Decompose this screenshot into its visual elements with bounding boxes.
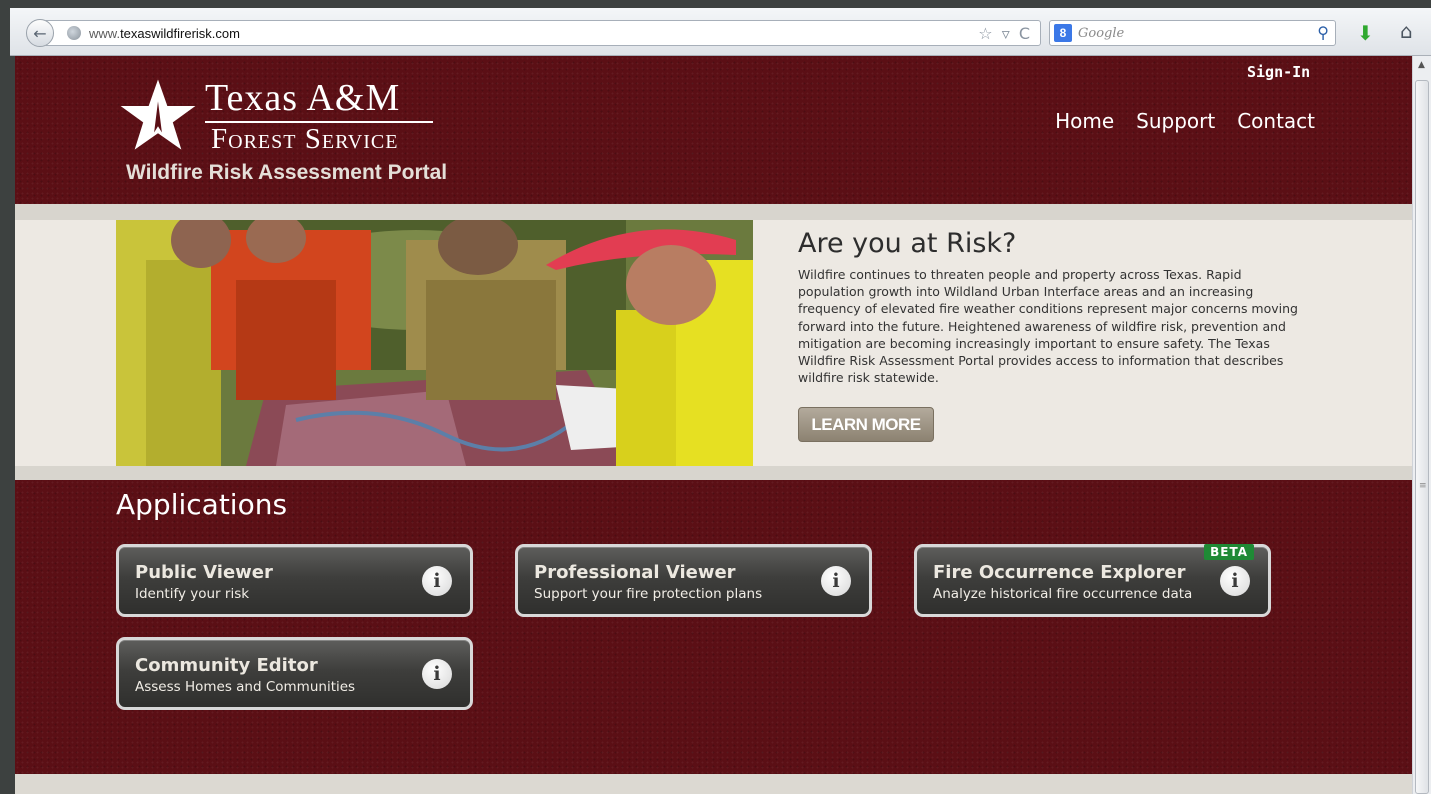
professional-viewer-button[interactable]: Professional Viewer Support your fire pr… bbox=[515, 544, 872, 617]
applications-section: Applications Public Viewer Identify your… bbox=[15, 480, 1412, 774]
hero-section: Are you at Risk? Wildfire continues to t… bbox=[15, 220, 1412, 466]
community-editor-button[interactable]: Community Editor Assess Homes and Commun… bbox=[116, 637, 473, 710]
brand-texas-am: Texas A&M bbox=[205, 77, 401, 119]
app-subtitle: Assess Homes and Communities bbox=[135, 679, 356, 695]
beta-badge: BETA bbox=[1204, 544, 1254, 560]
site-header: Texas A&M Forest Service Wildfire Risk A… bbox=[15, 56, 1412, 204]
app-subtitle: Identify your risk bbox=[135, 586, 250, 602]
search-icon[interactable]: ⚲ bbox=[1317, 23, 1329, 42]
divider-band bbox=[15, 466, 1412, 480]
info-icon[interactable]: i bbox=[1220, 566, 1250, 596]
app-subtitle: Support your fire protection plans bbox=[534, 586, 763, 602]
back-arrow-icon[interactable]: ← bbox=[26, 19, 54, 47]
learn-more-button[interactable]: LEARN MORE bbox=[798, 407, 934, 442]
app-title: Professional Viewer bbox=[534, 562, 736, 583]
scroll-thumb[interactable]: ≡ bbox=[1415, 80, 1429, 794]
app-title: Community Editor bbox=[135, 655, 318, 676]
sign-in-link[interactable]: Sign-In bbox=[1247, 63, 1310, 81]
portal-title: Wildfire Risk Assessment Portal bbox=[126, 161, 448, 184]
fire-occurrence-explorer-button[interactable]: BETA Fire Occurrence Explorer Analyze hi… bbox=[914, 544, 1271, 617]
app-title: Fire Occurrence Explorer bbox=[933, 562, 1186, 583]
home-icon[interactable]: ⌂ bbox=[1400, 19, 1413, 43]
web-page: Texas A&M Forest Service Wildfire Risk A… bbox=[15, 56, 1412, 794]
search-placeholder: Google bbox=[1078, 26, 1125, 41]
brand-forest-service: Forest Service bbox=[211, 123, 399, 155]
info-icon[interactable]: i bbox=[422, 659, 452, 689]
grip-icon: ≡ bbox=[1419, 481, 1427, 491]
public-viewer-button[interactable]: Public Viewer Identify your risk i bbox=[116, 544, 473, 617]
risk-description: Wildfire continues to threaten people an… bbox=[798, 267, 1298, 386]
star-logo-icon bbox=[120, 79, 196, 150]
google-engine-icon[interactable]: 8 bbox=[1054, 24, 1072, 42]
bookmark-star-icon[interactable]: ☆ ▿ C bbox=[978, 24, 1032, 43]
nav-support[interactable]: Support bbox=[1136, 109, 1215, 133]
app-title: Public Viewer bbox=[135, 562, 273, 583]
firefighters-photo bbox=[116, 220, 753, 466]
info-icon[interactable]: i bbox=[422, 566, 452, 596]
main-nav: Home Support Contact bbox=[1055, 109, 1315, 133]
app-subtitle: Analyze historical fire occurrence data bbox=[933, 586, 1193, 602]
footer-band bbox=[15, 774, 1412, 794]
browser-toolbar: www.texaswildfirerisk.com ☆ ▿ C ← 8 Goog… bbox=[10, 8, 1431, 56]
applications-heading: Applications bbox=[116, 488, 288, 521]
url-text[interactable]: www.texaswildfirerisk.com bbox=[89, 26, 240, 41]
nav-contact[interactable]: Contact bbox=[1237, 109, 1315, 133]
risk-heading: Are you at Risk? bbox=[798, 228, 1017, 259]
info-icon[interactable]: i bbox=[821, 566, 851, 596]
vertical-scrollbar[interactable]: ▲ ≡ bbox=[1412, 56, 1431, 794]
search-box[interactable]: 8 Google ⚲ bbox=[1049, 20, 1336, 46]
scroll-up-arrow-icon[interactable]: ▲ bbox=[1418, 60, 1425, 70]
nav-home[interactable]: Home bbox=[1055, 109, 1114, 133]
divider-band bbox=[15, 204, 1412, 220]
address-bar[interactable]: www.texaswildfirerisk.com ☆ ▿ C bbox=[46, 20, 1041, 46]
download-arrow-icon[interactable]: ⬇ bbox=[1357, 21, 1374, 45]
site-identity-icon[interactable] bbox=[67, 26, 81, 40]
